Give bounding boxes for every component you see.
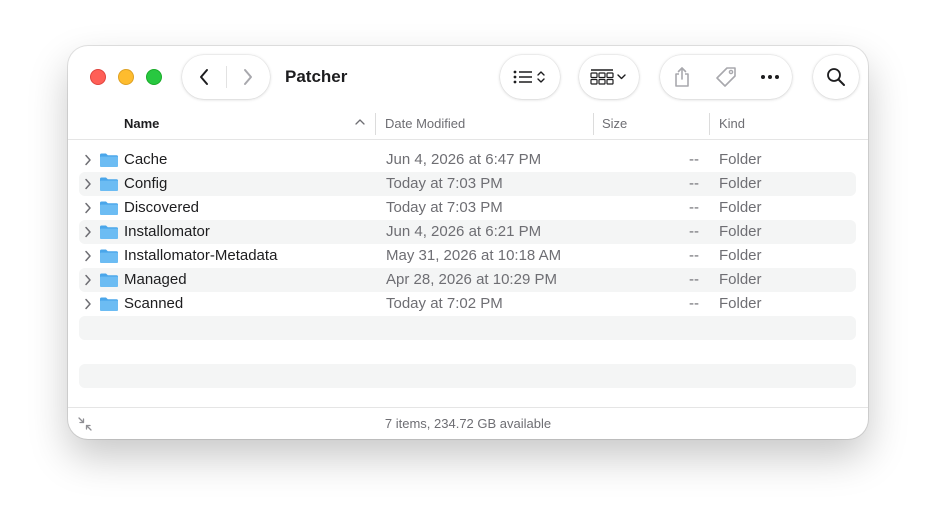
- back-button[interactable]: [182, 55, 226, 99]
- file-kind: Folder: [719, 175, 762, 192]
- file-size: --: [689, 295, 699, 312]
- folder-icon: [100, 225, 118, 239]
- close-button[interactable]: [90, 69, 106, 85]
- column-divider[interactable]: [709, 113, 710, 135]
- file-date-modified: Today at 7:02 PM: [386, 295, 503, 312]
- window-title: Patcher: [285, 67, 348, 86]
- sort-ascending-icon[interactable]: [355, 118, 365, 126]
- search-button[interactable]: [813, 55, 859, 99]
- file-kind: Folder: [719, 199, 762, 216]
- file-name: Cache: [124, 151, 168, 168]
- disclosure-chevron-icon[interactable]: [84, 273, 92, 287]
- file-kind: Folder: [719, 247, 762, 264]
- folder-icon: [100, 201, 118, 215]
- column-size[interactable]: Size: [602, 108, 627, 139]
- folder-icon: [100, 177, 118, 191]
- folder-icon: [100, 273, 118, 287]
- action-group: [660, 55, 792, 99]
- more-button[interactable]: [748, 55, 792, 99]
- column-name[interactable]: Name: [124, 108, 159, 139]
- tag-icon: [716, 67, 736, 87]
- file-kind: Folder: [719, 271, 762, 288]
- disclosure-chevron-icon[interactable]: [84, 297, 92, 311]
- disclosure-chevron-icon[interactable]: [84, 201, 92, 215]
- file-date-modified: May 31, 2026 at 10:18 AM: [386, 247, 562, 264]
- empty-row: [79, 340, 856, 364]
- file-date-modified: Today at 7:03 PM: [386, 199, 503, 216]
- folder-icon: [100, 297, 118, 311]
- file-date-modified: Jun 4, 2026 at 6:21 PM: [386, 223, 542, 240]
- tag-button[interactable]: [704, 55, 748, 99]
- file-size: --: [689, 199, 699, 216]
- column-divider[interactable]: [375, 113, 376, 135]
- column-header: Name Date Modified Size Kind: [68, 108, 868, 140]
- file-date-modified: Apr 28, 2026 at 10:29 PM: [386, 271, 557, 288]
- disclosure-chevron-icon[interactable]: [84, 153, 92, 167]
- file-size: --: [689, 247, 699, 264]
- file-kind: Folder: [719, 151, 762, 168]
- finder-window: Patcher Name Date Modified Size Kind Cac…: [68, 46, 868, 439]
- column-date-modified[interactable]: Date Modified: [385, 108, 465, 139]
- file-name: Discovered: [124, 199, 200, 216]
- file-date-modified: Today at 7:03 PM: [386, 175, 503, 192]
- file-row[interactable]: Discovered Today at 7:03 PM -- Folder: [79, 196, 856, 220]
- file-size: --: [689, 151, 699, 168]
- share-button[interactable]: [660, 55, 704, 99]
- file-name: Config: [124, 175, 168, 192]
- status-text: 7 items, 234.72 GB available: [384, 416, 552, 431]
- share-icon: [675, 67, 689, 87]
- grid-group-icon: [590, 69, 626, 85]
- file-date-modified: Jun 4, 2026 at 6:47 PM: [386, 151, 542, 168]
- folder-icon: [100, 249, 118, 263]
- file-name: Installomator: [124, 223, 210, 240]
- status-bar: 7 items, 234.72 GB available: [68, 407, 868, 439]
- chevron-left-icon: [200, 69, 208, 85]
- disclosure-chevron-icon[interactable]: [84, 225, 92, 239]
- magnifier-icon: [827, 68, 845, 86]
- empty-row: [79, 364, 856, 388]
- ellipsis-icon: [761, 75, 779, 79]
- disclosure-chevron-icon[interactable]: [84, 249, 92, 263]
- view-options-button[interactable]: [500, 55, 560, 99]
- group-by-button[interactable]: [579, 55, 639, 99]
- file-name: Managed: [124, 271, 187, 288]
- list-view-icon: [513, 70, 545, 84]
- file-size: --: [689, 175, 699, 192]
- file-name: Installomator-Metadata: [124, 247, 278, 264]
- folder-icon: [100, 153, 118, 167]
- file-row[interactable]: Scanned Today at 7:02 PM -- Folder: [79, 292, 856, 316]
- file-kind: Folder: [719, 295, 762, 312]
- file-row[interactable]: Managed Apr 28, 2026 at 10:29 PM -- Folder: [79, 268, 856, 292]
- disclosure-chevron-icon[interactable]: [84, 177, 92, 191]
- empty-row: [79, 316, 856, 340]
- file-size: --: [689, 271, 699, 288]
- file-row[interactable]: Installomator Jun 4, 2026 at 6:21 PM -- Fol…: [79, 220, 856, 244]
- file-row[interactable]: Config Today at 7:03 PM -- Folder: [79, 172, 856, 196]
- navigation-group: [182, 55, 270, 99]
- forward-button[interactable]: [226, 55, 270, 99]
- minimize-button[interactable]: [118, 69, 134, 85]
- file-name: Scanned: [124, 295, 184, 312]
- toolbar: Patcher: [68, 46, 868, 108]
- file-row[interactable]: Installomator-Metadata May 31, 2026 at 10…: [79, 244, 856, 268]
- file-kind: Folder: [719, 223, 762, 240]
- file-row[interactable]: Cache Jun 4, 2026 at 6:47 PM -- Folder: [79, 148, 856, 172]
- file-size: --: [689, 223, 699, 240]
- column-kind[interactable]: Kind: [719, 108, 745, 139]
- chevron-right-icon: [244, 69, 252, 85]
- column-divider[interactable]: [593, 113, 594, 135]
- maximize-button[interactable]: [146, 69, 162, 85]
